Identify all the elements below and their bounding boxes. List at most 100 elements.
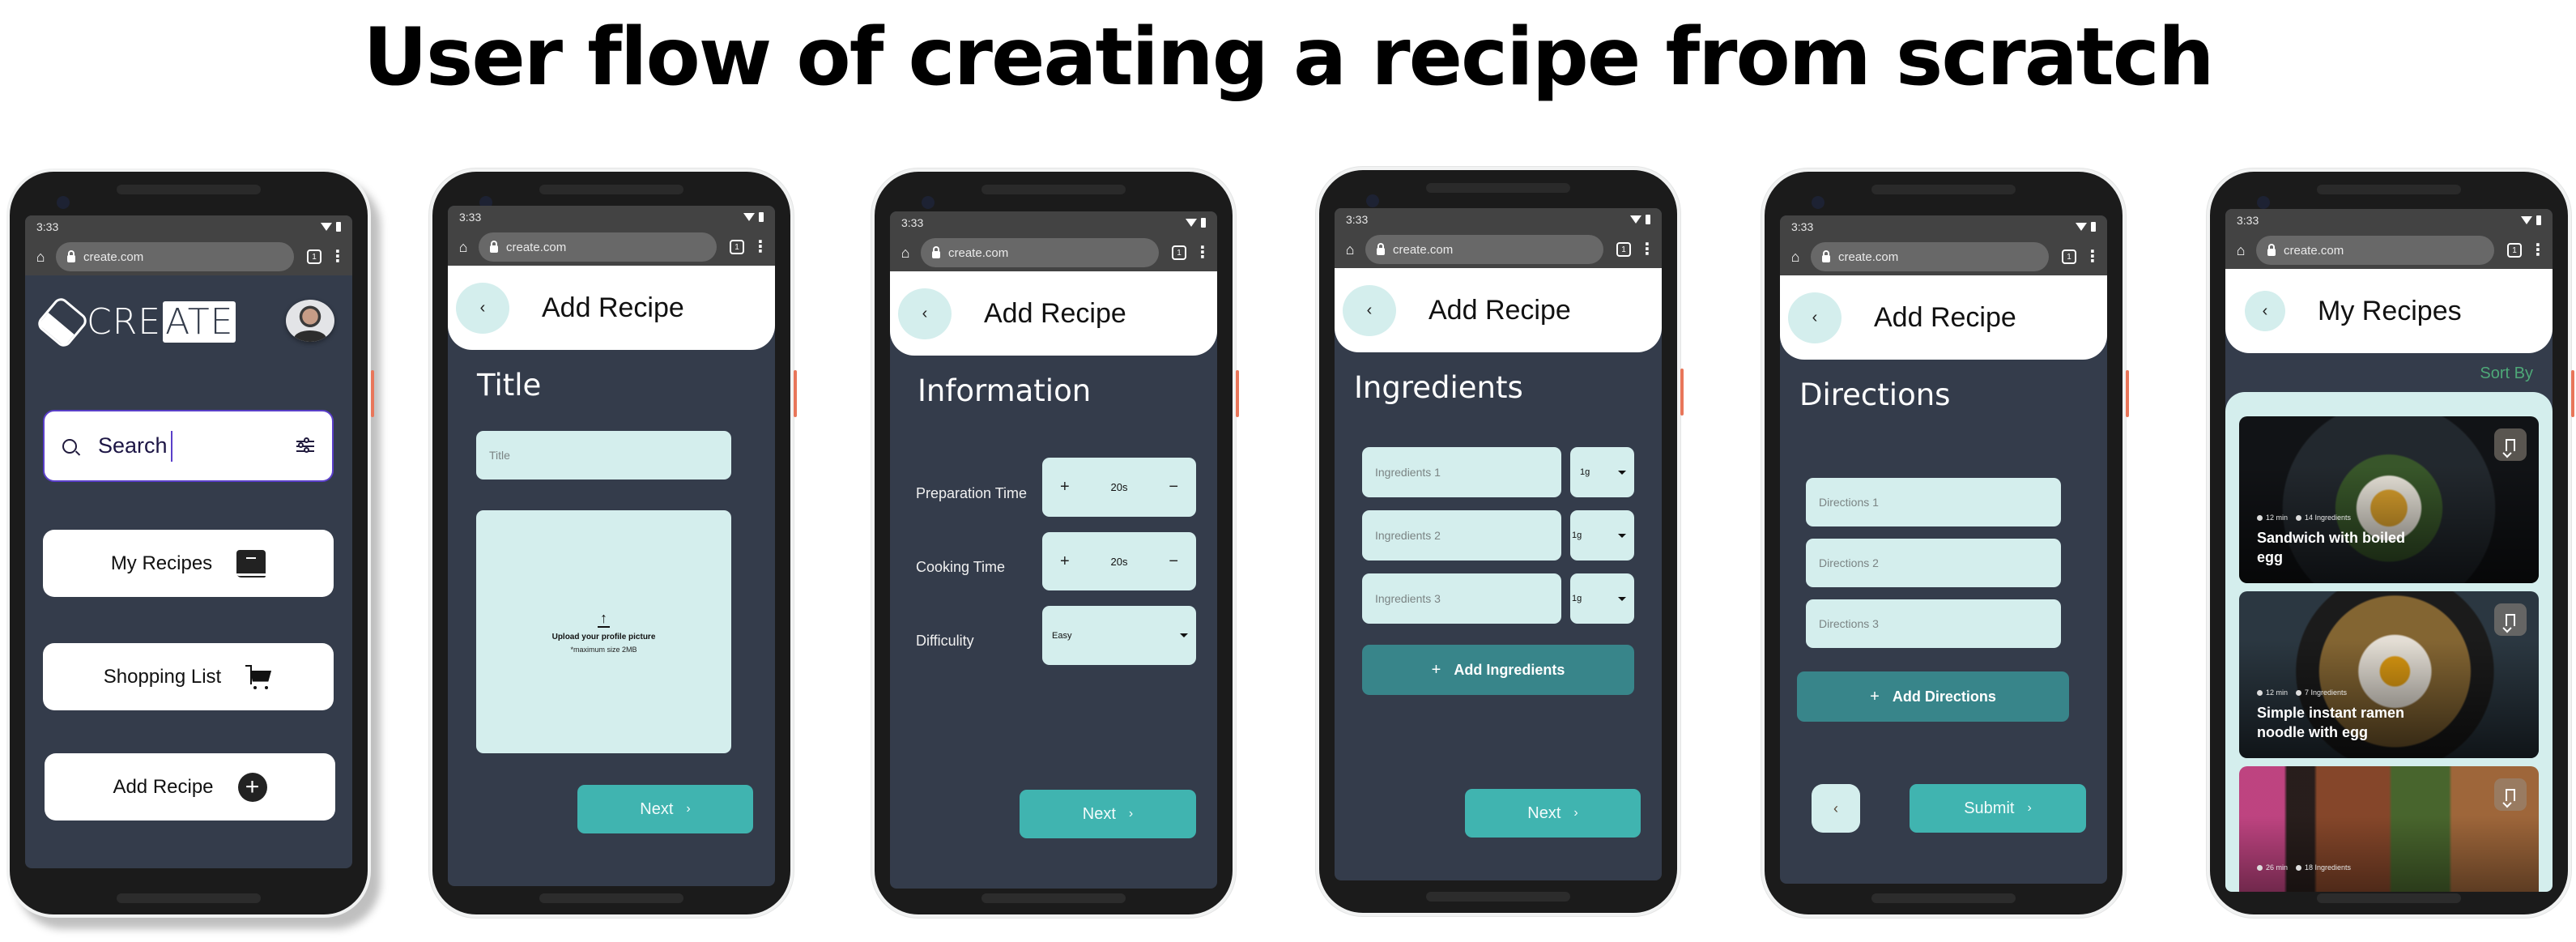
add-directions-label: Add Directions: [1892, 688, 1996, 705]
header-title: Add Recipe: [542, 292, 684, 323]
home-icon[interactable]: ⌂: [898, 245, 913, 262]
status-time: 3:33: [1791, 220, 1814, 233]
home-icon[interactable]: ⌂: [2233, 242, 2248, 259]
url-bar[interactable]: create.com: [921, 238, 1159, 267]
speaker: [2317, 185, 2461, 194]
recipe-card[interactable]: 26 min 18 Ingredients Delicious minced m…: [2239, 766, 2539, 892]
decrement-button[interactable]: −: [1169, 552, 1178, 571]
more-menu-icon[interactable]: ⋮: [1639, 241, 1655, 258]
bookmark-button[interactable]: [2494, 778, 2527, 811]
home-icon[interactable]: ⌂: [456, 239, 470, 256]
increment-button[interactable]: +: [1060, 552, 1070, 571]
prep-time-value: 20s: [1110, 481, 1128, 493]
chevron-right-icon: ›: [686, 802, 691, 816]
url-bar[interactable]: create.com: [1365, 235, 1603, 264]
increment-button[interactable]: +: [1060, 478, 1070, 497]
more-menu-icon[interactable]: ⋮: [2530, 242, 2546, 258]
back-button[interactable]: ‹: [456, 282, 509, 334]
prep-time-stepper[interactable]: + 20s −: [1042, 458, 1196, 517]
bookmark-button[interactable]: [2494, 603, 2527, 636]
url-bar[interactable]: create.com: [1811, 242, 2049, 271]
plus-circle-icon: +: [237, 772, 267, 802]
header-title: Add Recipe: [1874, 301, 2016, 333]
difficulty-select[interactable]: Easy: [1042, 606, 1196, 665]
recipe-time: 12 min: [2266, 688, 2289, 697]
decrement-button[interactable]: −: [1169, 478, 1178, 497]
tabs-icon[interactable]: 1: [730, 240, 744, 254]
add-ingredients-button[interactable]: + Add Ingredients: [1362, 645, 1634, 695]
back-button[interactable]: ‹: [1343, 284, 1396, 336]
ingredients-icon: [2296, 515, 2302, 522]
ingredient-input[interactable]: Ingredients 1: [1362, 447, 1561, 497]
home-icon[interactable]: ⌂: [33, 249, 48, 266]
recipe-card[interactable]: 12 min 14 Ingredients Sandwich with boil…: [2239, 416, 2539, 583]
section-title: Information: [918, 373, 1092, 408]
ingredient-input[interactable]: Ingredients 3: [1362, 573, 1561, 624]
url-text: create.com: [1838, 249, 1899, 264]
caret-down-icon: [1618, 596, 1626, 601]
bookmark-button[interactable]: [2494, 428, 2527, 461]
clock-icon: [2257, 865, 2263, 872]
page-title: User flow of creating a recipe from scra…: [363, 11, 2214, 104]
tabs-icon[interactable]: 1: [1172, 245, 1186, 260]
unit-select[interactable]: 1g: [1570, 447, 1634, 497]
tabs-icon[interactable]: 1: [2062, 249, 2076, 264]
previous-button[interactable]: ‹: [1812, 784, 1860, 833]
home-icon[interactable]: ⌂: [1343, 241, 1357, 258]
tabs-icon[interactable]: 1: [307, 249, 321, 264]
screen: 3:33 ⌂ create.com 1 ⋮ ‹ Add Recipe Ingre…: [1335, 208, 1662, 880]
title-input[interactable]: Title: [476, 431, 731, 480]
back-button[interactable]: ‹: [1788, 292, 1842, 343]
direction-input[interactable]: Directions 1: [1806, 478, 2061, 526]
back-button[interactable]: ‹: [898, 288, 952, 339]
tabs-icon[interactable]: 1: [2507, 243, 2522, 258]
url-bar[interactable]: create.com: [2256, 236, 2494, 265]
recipe-list: 12 min 14 Ingredients Sandwich with boil…: [2225, 392, 2553, 892]
title-step-content: Title Title ↑ Upload your profile pictur…: [448, 350, 775, 886]
cook-time-label: Cooking Time: [916, 559, 1006, 575]
direction-input[interactable]: Directions 2: [1806, 539, 2061, 587]
next-button[interactable]: Next ›: [577, 785, 753, 833]
unit-select[interactable]: 1g: [1570, 573, 1634, 624]
tabs-icon[interactable]: 1: [1616, 242, 1631, 257]
unit-select[interactable]: 1g: [1570, 510, 1634, 561]
plus-icon: +: [1870, 687, 1880, 705]
submit-button[interactable]: Submit ›: [1910, 784, 2086, 833]
recipe-card[interactable]: 12 min 7 Ingredients Simple instant rame…: [2239, 591, 2539, 758]
url-bar[interactable]: create.com: [479, 232, 717, 262]
section-title: Ingredients: [1354, 370, 1523, 405]
phone-my-recipes: 3:33 ⌂ create.com 1 ⋮ ‹ My Recipes Sort …: [2207, 168, 2574, 918]
url-text: create.com: [83, 249, 144, 264]
shopping-list-button[interactable]: Shopping List: [43, 643, 334, 710]
url-text: create.com: [506, 240, 567, 254]
my-recipes-label: My Recipes: [110, 552, 213, 574]
back-button[interactable]: ‹: [2245, 291, 2285, 331]
more-menu-icon[interactable]: ⋮: [752, 239, 769, 255]
add-recipe-button[interactable]: Add Recipe +: [45, 753, 335, 821]
sort-by-button[interactable]: Sort By: [2480, 364, 2533, 383]
direction-input[interactable]: Directions 3: [1806, 599, 2061, 648]
next-button[interactable]: Next ›: [1020, 790, 1196, 838]
more-menu-icon[interactable]: ⋮: [2084, 249, 2101, 265]
next-button[interactable]: Next ›: [1465, 789, 1641, 838]
my-recipes-button[interactable]: My Recipes: [43, 530, 334, 597]
home-icon[interactable]: ⌂: [1788, 249, 1803, 266]
search-input[interactable]: Search: [43, 410, 334, 482]
url-bar[interactable]: create.com: [56, 242, 294, 271]
avatar[interactable]: [286, 300, 334, 342]
add-directions-button[interactable]: + Add Directions: [1797, 671, 2069, 722]
ingredient-input[interactable]: Ingredients 2: [1362, 510, 1561, 561]
filter-icon[interactable]: [296, 437, 314, 454]
bookmark-icon: [2506, 613, 2515, 626]
my-recipes-content: Sort By 12 min 14 Ingredients Sandwich w…: [2225, 353, 2553, 892]
book-icon: [236, 549, 266, 578]
image-upload-area[interactable]: ↑ Upload your profile picture *maximum s…: [476, 510, 731, 753]
status-time: 3:33: [459, 211, 482, 224]
unit-value: 1g: [1572, 594, 1582, 603]
chevron-right-icon: ›: [1128, 807, 1134, 821]
phone-ingredients-step: 3:33 ⌂ create.com 1 ⋮ ‹ Add Recipe Ingre…: [1316, 167, 1684, 916]
speaker: [539, 893, 683, 903]
cook-time-stepper[interactable]: + 20s −: [1042, 532, 1196, 590]
more-menu-icon[interactable]: ⋮: [330, 249, 346, 265]
more-menu-icon[interactable]: ⋮: [1194, 245, 1211, 261]
